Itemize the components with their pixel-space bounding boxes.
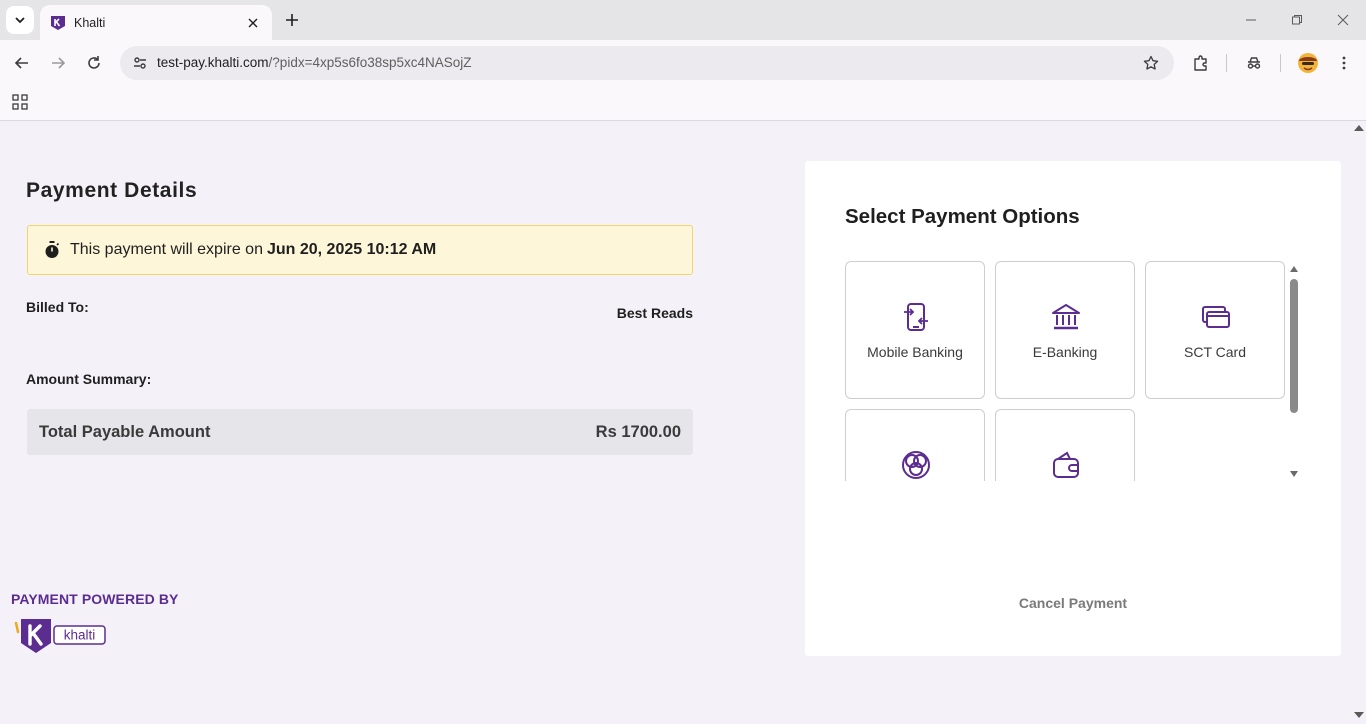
tab-strip: Khalti <box>0 0 1366 40</box>
powered-by-label: PAYMENT POWERED BY <box>11 591 179 607</box>
total-payable-value: Rs 1700.00 <box>595 422 681 441</box>
url-host: test-pay.khalti.com <box>157 55 269 70</box>
option-connect-ips[interactable] <box>845 409 985 481</box>
wallet-icon <box>1051 450 1081 480</box>
billed-to-label: Billed To: <box>26 299 89 315</box>
option-e-banking[interactable]: E-Banking <box>995 261 1135 399</box>
payment-options-title: Select Payment Options <box>845 205 1080 228</box>
billed-to-value: Best Reads <box>616 305 693 321</box>
bank-icon <box>1051 302 1081 332</box>
option-label: E-Banking <box>1032 344 1098 360</box>
total-payable-row: Total Payable Amount Rs 1700.00 <box>27 409 693 455</box>
apps-grid-icon[interactable] <box>10 92 30 112</box>
connect-ips-icon <box>901 450 931 480</box>
arrow-left-icon <box>14 57 28 69</box>
url-path: /?pidx=4xp5s6fo38sp5xc4NASojZ <box>268 55 472 70</box>
stopwatch-icon <box>42 240 62 260</box>
minimize-button[interactable] <box>1237 8 1265 32</box>
forward-button[interactable] <box>44 49 72 77</box>
expiry-notice: This payment will expire on Jun 20, 2025… <box>27 225 693 275</box>
profile-avatar-icon[interactable] <box>1296 51 1320 75</box>
reload-button[interactable] <box>80 49 108 77</box>
options-scrollbar[interactable] <box>1288 261 1302 481</box>
close-icon <box>1337 14 1349 26</box>
plus-icon <box>286 14 298 26</box>
tab-title: Khalti <box>74 15 106 30</box>
incognito-icon[interactable] <box>1242 51 1266 75</box>
option-label: Mobile Banking <box>867 344 963 360</box>
scroll-up-arrow-icon[interactable] <box>1354 125 1364 131</box>
amount-summary-label: Amount Summary: <box>26 371 152 387</box>
toolbar-divider <box>1280 54 1281 72</box>
tab-search-button[interactable] <box>6 6 34 34</box>
expiry-prefix: This payment will expire on <box>70 241 263 258</box>
khalti-favicon-icon <box>50 15 66 31</box>
restore-button[interactable] <box>1283 8 1311 32</box>
reload-icon <box>88 56 100 69</box>
close-tab-icon[interactable] <box>244 14 262 32</box>
browser-toolbar: test-pay.khalti.com/?pidx=4xp5s6fo38sp5x… <box>0 40 1366 86</box>
payment-options-list[interactable]: Mobile Banking E-Banking SCT Card <box>845 261 1300 481</box>
khalti-logo: khalti <box>14 617 108 657</box>
toolbar-divider <box>1226 54 1227 72</box>
khalti-logo-text: khalti <box>64 628 96 643</box>
page-title: Payment Details <box>26 179 198 202</box>
expiry-datetime: Jun 20, 2025 10:12 AM <box>266 241 437 258</box>
minimize-icon <box>1246 19 1256 21</box>
option-sct-card[interactable]: SCT Card <box>1145 261 1285 399</box>
mobile-banking-icon <box>901 302 931 332</box>
card-icon <box>1201 302 1231 332</box>
option-wallet[interactable] <box>995 409 1135 481</box>
option-mobile-banking[interactable]: Mobile Banking <box>845 261 985 399</box>
scrollbar-thumb[interactable] <box>1290 279 1298 413</box>
page-scrollbar[interactable] <box>1350 121 1366 724</box>
bookmarks-bar <box>0 86 1366 121</box>
arrow-right-icon <box>52 57 66 69</box>
site-info-icon[interactable] <box>128 51 152 75</box>
menu-kebab-icon[interactable] <box>1332 51 1356 75</box>
total-payable-label: Total Payable Amount <box>39 422 211 441</box>
back-button[interactable] <box>8 49 36 77</box>
option-label: SCT Card <box>1184 344 1246 360</box>
scroll-up-arrow-icon[interactable] <box>1290 266 1298 272</box>
bookmark-star-icon[interactable] <box>1140 52 1162 74</box>
address-bar[interactable]: test-pay.khalti.com/?pidx=4xp5s6fo38sp5x… <box>120 46 1174 80</box>
cancel-payment-button[interactable]: Cancel Payment <box>805 595 1341 611</box>
new-tab-button[interactable] <box>280 8 304 32</box>
restore-icon <box>1292 15 1302 25</box>
payment-options-card: Select Payment Options Mobile Banking E-… <box>805 161 1341 656</box>
browser-tab-khalti[interactable]: Khalti <box>40 5 272 40</box>
chevron-down-icon <box>15 17 25 24</box>
url-text: test-pay.khalti.com/?pidx=4xp5s6fo38sp5x… <box>157 55 472 70</box>
payment-page: Payment Details This payment will expire… <box>0 121 1350 724</box>
extensions-icon[interactable] <box>1189 51 1213 75</box>
close-window-button[interactable] <box>1329 8 1357 32</box>
scroll-down-arrow-icon[interactable] <box>1290 471 1298 477</box>
scroll-down-arrow-icon[interactable] <box>1354 712 1364 718</box>
